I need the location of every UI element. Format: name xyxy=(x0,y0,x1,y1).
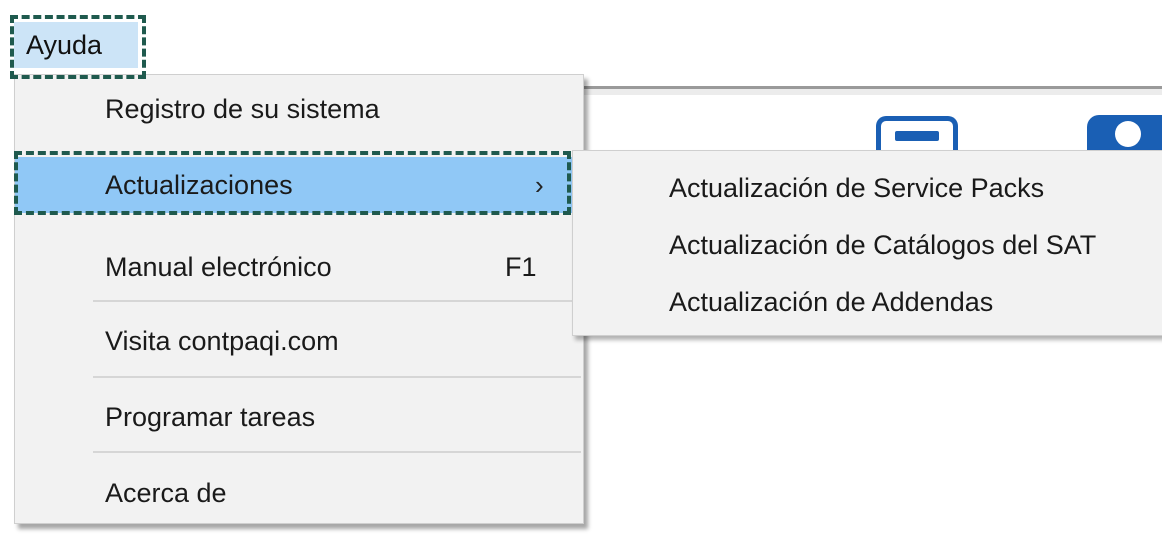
ayuda-dropdown-menu: Registro de su sistema Actualizaciones ›… xyxy=(14,74,584,524)
menu-item-label: Registro de su sistema xyxy=(105,94,380,124)
submenu-item-service-packs[interactable]: Actualización de Service Packs xyxy=(573,160,1162,216)
menu-item-registro[interactable]: Registro de su sistema xyxy=(15,81,583,137)
menu-item-label: Actualizaciones xyxy=(105,170,293,200)
menu-item-actualizaciones[interactable]: Actualizaciones › xyxy=(15,157,583,213)
actualizaciones-submenu: Actualización de Service Packs Actualiza… xyxy=(572,150,1162,336)
submenu-item-label: Actualización de Service Packs xyxy=(669,173,1045,203)
submenu-item-label: Actualización de Addendas xyxy=(669,287,994,317)
menu-item-visita[interactable]: Visita contpaqi.com xyxy=(15,313,583,369)
menu-separator xyxy=(93,376,581,378)
menu-ayuda[interactable]: Ayuda xyxy=(14,22,138,68)
submenu-item-label: Actualización de Catálogos del SAT xyxy=(669,230,1097,260)
menu-item-acerca[interactable]: Acerca de xyxy=(15,465,583,521)
chevron-right-icon: › xyxy=(535,170,544,200)
menu-item-label: Manual electrónico xyxy=(105,252,332,282)
submenu-item-catalogos-sat[interactable]: Actualización de Catálogos del SAT xyxy=(573,217,1162,273)
menu-separator xyxy=(93,300,581,302)
submenu-item-addendas[interactable]: Actualización de Addendas xyxy=(573,274,1162,330)
menu-item-manual[interactable]: Manual electrónico F1 xyxy=(15,239,583,295)
toolbar-screen-icon-detail xyxy=(895,131,939,141)
menu-bar: Ayuda xyxy=(0,0,1162,74)
menu-item-programar[interactable]: Programar tareas xyxy=(15,389,583,445)
menu-item-label: Programar tareas xyxy=(105,402,316,432)
menu-item-label: Visita contpaqi.com xyxy=(105,326,339,356)
menu-item-shortcut: F1 xyxy=(505,252,537,282)
menu-separator xyxy=(93,451,581,453)
menu-item-label: Acerca de xyxy=(105,478,227,508)
toolbar-user-icon[interactable] xyxy=(1087,115,1162,153)
toolbar-user-icon-head xyxy=(1115,121,1141,147)
